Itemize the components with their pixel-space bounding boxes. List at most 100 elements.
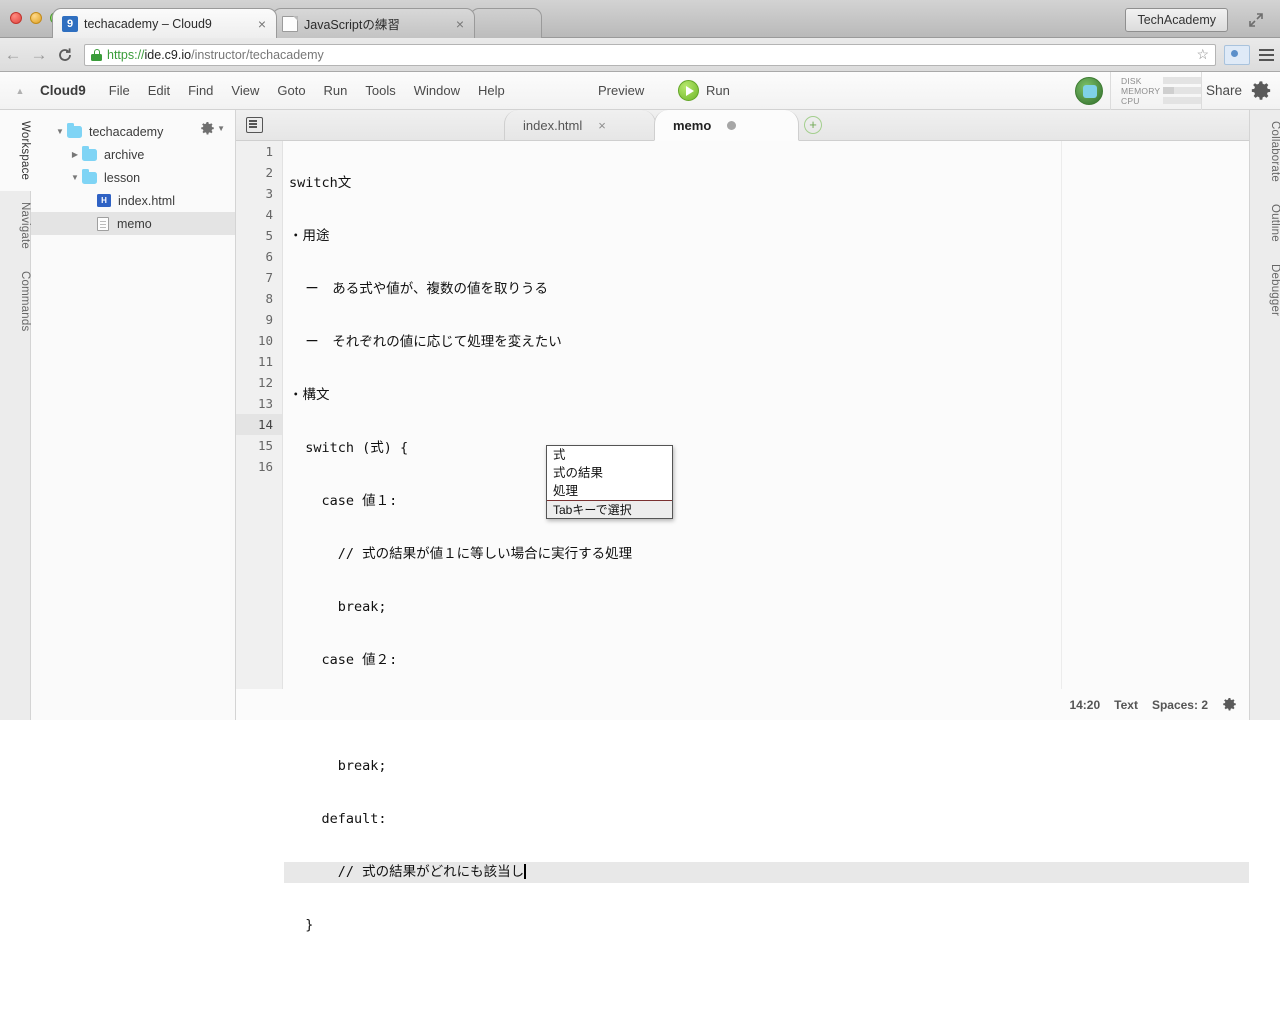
status-filemode[interactable]: Text bbox=[1114, 698, 1138, 712]
close-icon[interactable]: × bbox=[254, 17, 270, 31]
menu-window[interactable]: Window bbox=[405, 83, 469, 98]
play-icon bbox=[678, 80, 699, 101]
address-bar[interactable]: https://ide.c9.io/instructor/techacademy… bbox=[84, 44, 1216, 66]
line-number: 12 bbox=[236, 372, 282, 393]
rail-tab-navigate[interactable]: Navigate bbox=[0, 191, 31, 260]
line-number: 1 bbox=[236, 141, 282, 162]
forward-button[interactable]: → bbox=[26, 45, 52, 65]
autocomplete-item[interactable]: 式の結果 bbox=[547, 464, 672, 482]
browser-tab-title: techacademy – Cloud9 bbox=[84, 17, 254, 31]
tree-item-lesson[interactable]: ▼ lesson bbox=[31, 166, 235, 189]
extension-icon[interactable] bbox=[1224, 45, 1250, 65]
code-content[interactable]: switch文 ・用途 ー ある式や値が、複数の値を取りうる ー それぞれの値に… bbox=[284, 141, 1249, 689]
line-number: 9 bbox=[236, 309, 282, 330]
left-rail: Workspace Navigate Commands bbox=[0, 110, 31, 720]
browser-tab-javascript[interactable]: JavaScriptの練習 × bbox=[272, 8, 475, 38]
menu-goto[interactable]: Goto bbox=[268, 83, 314, 98]
account-button[interactable]: TechAcademy bbox=[1125, 8, 1228, 32]
status-time: 14:20 bbox=[1069, 698, 1100, 712]
url-path: /instructor/techacademy bbox=[191, 48, 324, 62]
document-icon bbox=[282, 16, 298, 32]
code-line: ー ある式や値が、複数の値を取りうる bbox=[284, 279, 1249, 300]
line-number: 5 bbox=[236, 225, 282, 246]
avatar[interactable] bbox=[1075, 77, 1103, 105]
folder-icon bbox=[82, 149, 97, 161]
menu-view[interactable]: View bbox=[222, 83, 268, 98]
code-line: break; bbox=[284, 597, 1249, 618]
autocomplete-popup[interactable]: 式 式の結果 処理 Tabキーで選択 bbox=[546, 445, 673, 519]
window-minimize-button[interactable] bbox=[30, 12, 42, 24]
meter-label: CPU bbox=[1121, 96, 1163, 106]
browser-menu-icon[interactable] bbox=[1252, 49, 1280, 61]
tree-item-techacademy[interactable]: ▼ techacademy bbox=[31, 120, 235, 143]
tree-item-index-html[interactable]: index.html bbox=[31, 189, 235, 212]
code-line: ・構文 bbox=[284, 385, 1249, 406]
menu-help[interactable]: Help bbox=[469, 83, 514, 98]
menu-edit[interactable]: Edit bbox=[139, 83, 179, 98]
line-number: 3 bbox=[236, 183, 282, 204]
fullscreen-icon[interactable] bbox=[1248, 12, 1264, 28]
editor-tab-menu-icon[interactable] bbox=[246, 117, 263, 133]
rail-tab-workspace[interactable]: Workspace bbox=[0, 110, 31, 191]
autocomplete-item[interactable]: 式 bbox=[547, 446, 672, 464]
autocomplete-hint: Tabキーで選択 bbox=[547, 500, 672, 518]
close-icon[interactable]: × bbox=[452, 17, 468, 31]
line-number: 8 bbox=[236, 288, 282, 309]
rail-tab-collaborate[interactable]: Collaborate bbox=[1250, 110, 1280, 193]
menu-file[interactable]: File bbox=[100, 83, 139, 98]
new-tab-button[interactable]: + bbox=[804, 116, 822, 134]
close-icon[interactable]: × bbox=[598, 118, 606, 133]
browser-tab-cloud9[interactable]: techacademy – Cloud9 × bbox=[52, 8, 277, 38]
code-line: case 値１: bbox=[284, 491, 1249, 512]
tree-item-label: lesson bbox=[104, 171, 140, 185]
line-number: 10 bbox=[236, 330, 282, 351]
meter-label: MEMORY bbox=[1121, 86, 1163, 96]
meter-bar bbox=[1163, 97, 1201, 104]
meter-disk: DISK bbox=[1121, 76, 1201, 86]
bookmark-star-icon[interactable]: ☆ bbox=[1196, 46, 1209, 63]
gear-icon[interactable] bbox=[1222, 697, 1237, 712]
share-button[interactable]: Share bbox=[1206, 83, 1242, 98]
editor-tab-memo[interactable]: memo bbox=[654, 110, 799, 141]
browser-tab-empty[interactable] bbox=[470, 8, 542, 38]
back-button[interactable]: ← bbox=[0, 45, 26, 65]
folder-icon bbox=[67, 126, 82, 138]
code-line: case 値２: bbox=[284, 650, 1249, 671]
twisty-right-icon[interactable]: ▶ bbox=[68, 150, 82, 159]
editor-statusbar: 14:20 Text Spaces: 2 bbox=[236, 689, 1249, 720]
unsaved-indicator-icon[interactable] bbox=[727, 121, 736, 130]
rail-tab-commands[interactable]: Commands bbox=[0, 260, 31, 342]
code-line: ー それぞれの値に応じて処理を変えたい bbox=[284, 332, 1249, 353]
tree-item-label: index.html bbox=[118, 194, 175, 208]
rail-tab-debugger[interactable]: Debugger bbox=[1250, 253, 1280, 327]
code-line-text: // 式の結果がどれにも該当し bbox=[289, 864, 524, 880]
code-line: switch (式) { bbox=[284, 438, 1249, 459]
preview-button[interactable]: Preview bbox=[598, 83, 644, 98]
menu-run[interactable]: Run bbox=[315, 83, 357, 98]
browser-tab-title: JavaScriptの練習 bbox=[304, 14, 452, 33]
code-editor[interactable]: 1 2 3 4 5 6 7 8 9 10 11 12 13 14 15 16 s… bbox=[236, 141, 1249, 689]
twisty-down-icon[interactable]: ▼ bbox=[53, 127, 67, 136]
line-number: 15 bbox=[236, 435, 282, 456]
tree-item-label: techacademy bbox=[89, 125, 163, 139]
status-indentation[interactable]: Spaces: 2 bbox=[1152, 698, 1208, 712]
menu-tools[interactable]: Tools bbox=[356, 83, 404, 98]
lock-icon bbox=[91, 49, 102, 61]
rail-tab-outline[interactable]: Outline bbox=[1250, 193, 1280, 253]
line-number: 11 bbox=[236, 351, 282, 372]
cloud9-brand-label[interactable]: Cloud9 bbox=[40, 83, 86, 98]
window-close-button[interactable] bbox=[10, 12, 22, 24]
browser-toolbar: ← → https://ide.c9.io/instructor/techaca… bbox=[0, 38, 1280, 72]
collapse-menubar-icon[interactable]: ▲ bbox=[0, 86, 40, 96]
menu-find[interactable]: Find bbox=[179, 83, 222, 98]
line-number-active: 14 bbox=[236, 414, 282, 435]
reload-button[interactable] bbox=[52, 47, 78, 63]
gear-icon[interactable] bbox=[1250, 80, 1272, 102]
tree-item-memo[interactable]: memo bbox=[31, 212, 235, 235]
autocomplete-item[interactable]: 処理 bbox=[547, 482, 672, 500]
editor-tab-index-html[interactable]: index.html × bbox=[504, 110, 656, 141]
tree-item-archive[interactable]: ▶ archive bbox=[31, 143, 235, 166]
twisty-down-icon[interactable]: ▼ bbox=[68, 173, 82, 182]
code-line: // 式の結果が値１に等しい場合に実行する処理 bbox=[284, 544, 1249, 565]
run-button[interactable]: Run bbox=[678, 80, 730, 101]
